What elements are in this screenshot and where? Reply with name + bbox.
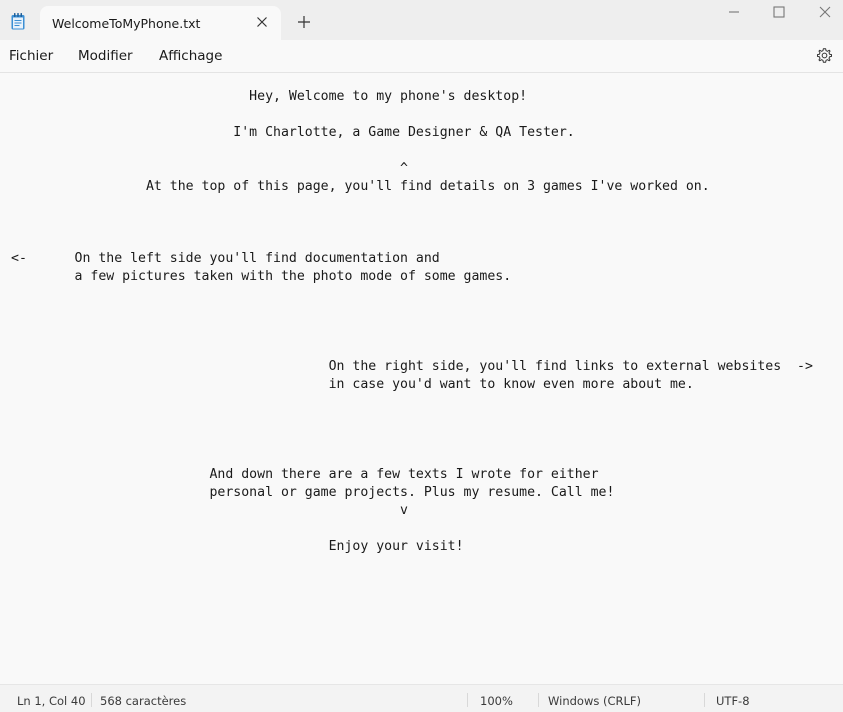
text-line: ^ — [11, 161, 408, 176]
status-divider — [91, 693, 92, 707]
text-line: v — [11, 503, 408, 518]
tab-document[interactable]: WelcomeToMyPhone.txt — [40, 6, 281, 40]
menu-file[interactable]: Fichier — [9, 48, 53, 64]
text-line: in case you'd want to know even more abo… — [11, 377, 694, 392]
tab-title: WelcomeToMyPhone.txt — [52, 16, 201, 31]
char-count: 568 caractères — [100, 694, 187, 708]
menu-edit[interactable]: Modifier — [78, 48, 133, 64]
line-ending[interactable]: Windows (CRLF) — [548, 694, 641, 708]
gear-icon[interactable] — [816, 47, 833, 64]
text-line: Hey, Welcome to my phone's desktop! — [11, 89, 528, 104]
text-editor[interactable]: Hey, Welcome to my phone's desktop! I'm … — [0, 73, 843, 684]
text-line: At the top of this page, you'll find det… — [11, 179, 710, 194]
encoding[interactable]: UTF-8 — [716, 694, 750, 708]
add-tab-icon[interactable] — [296, 14, 312, 30]
status-bar: Ln 1, Col 40 568 caractères 100% Windows… — [0, 684, 843, 712]
menu-bar: Fichier Modifier Affichage — [0, 40, 843, 73]
notepad-window: WelcomeToMyPhone.txt Fichier Modifier Af… — [0, 0, 843, 712]
text-line: personal or game projects. Plus my resum… — [11, 485, 615, 500]
status-divider — [704, 693, 705, 707]
zoom-level[interactable]: 100% — [480, 694, 513, 708]
window-close-icon[interactable] — [817, 4, 833, 20]
close-icon[interactable] — [254, 14, 270, 30]
text-line: I'm Charlotte, a Game Designer & QA Test… — [11, 125, 575, 140]
menu-view[interactable]: Affichage — [159, 48, 222, 64]
notepad-icon — [11, 13, 25, 30]
status-divider — [467, 693, 468, 707]
text-line: And down there are a few texts I wrote f… — [11, 467, 599, 482]
title-bar[interactable]: WelcomeToMyPhone.txt — [0, 0, 843, 40]
text-line: a few pictures taken with the photo mode… — [11, 269, 512, 284]
text-line: Enjoy your visit! — [11, 539, 464, 554]
minimize-icon[interactable] — [726, 4, 742, 20]
cursor-position[interactable]: Ln 1, Col 40 — [17, 694, 86, 708]
status-divider — [538, 693, 539, 707]
text-line: On the right side, you'll find links to … — [11, 359, 813, 374]
text-line: <- On the left side you'll find document… — [11, 251, 440, 266]
maximize-icon[interactable] — [771, 4, 787, 20]
